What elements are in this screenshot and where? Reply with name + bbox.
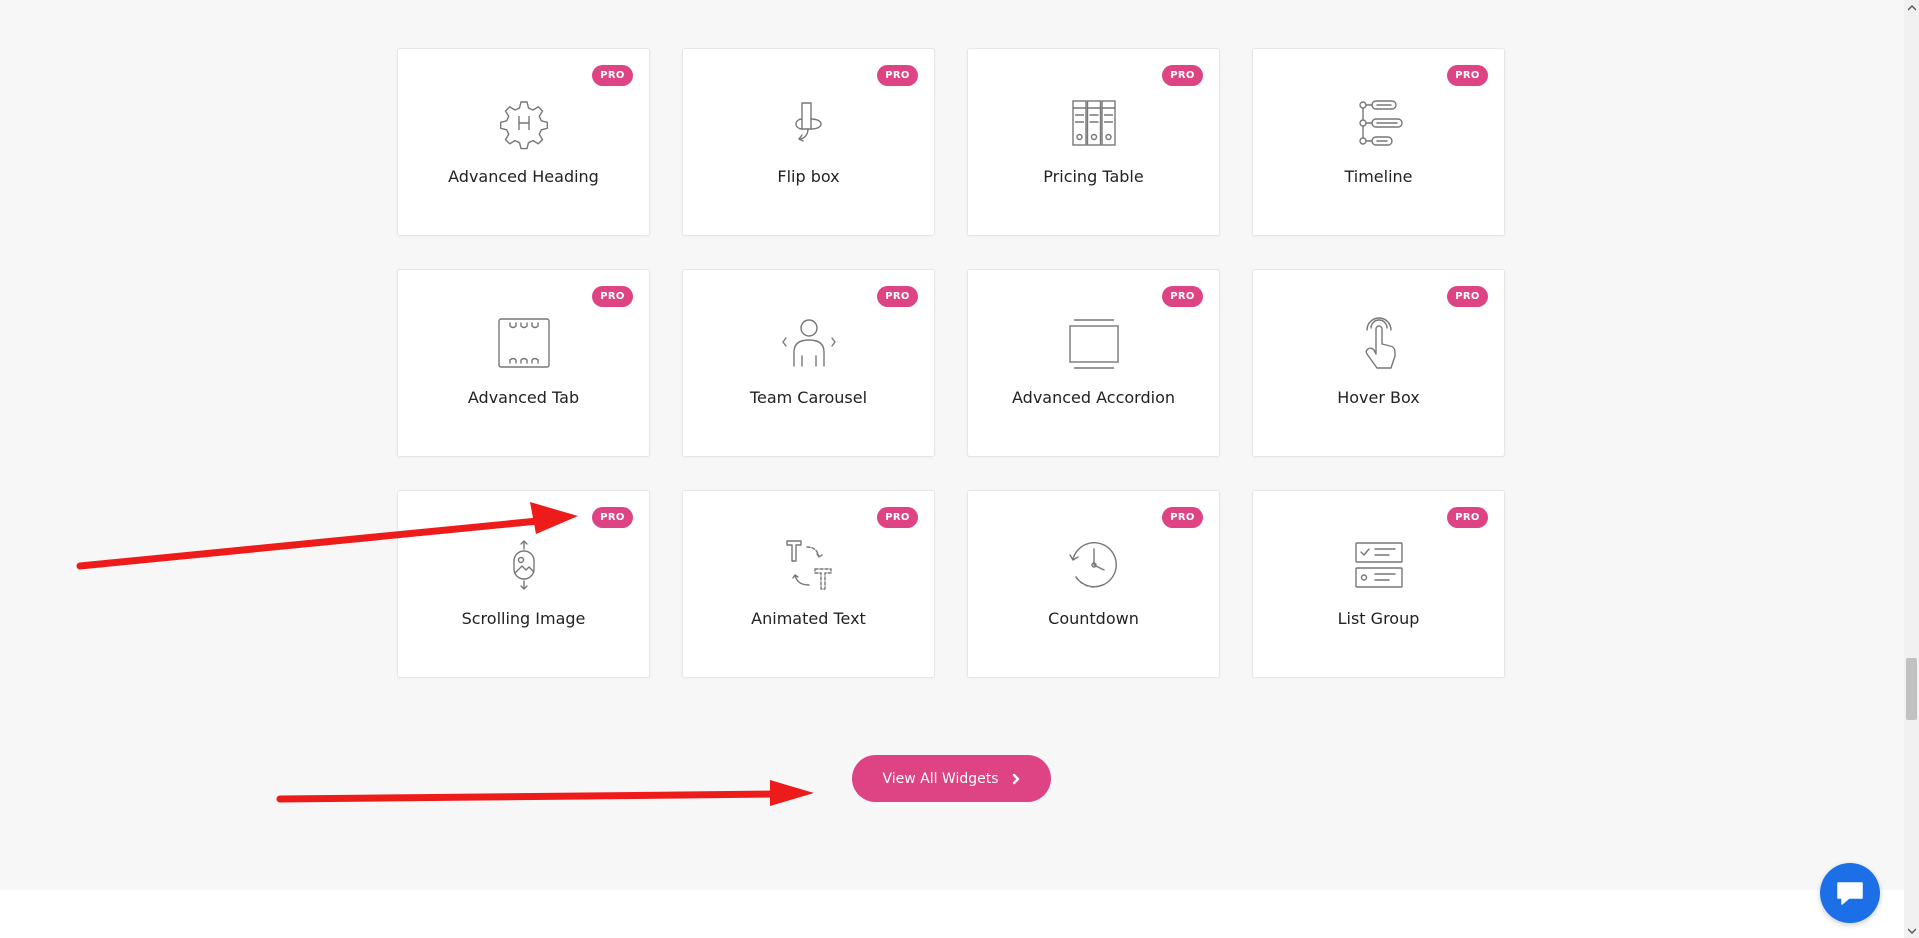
tabs-icon	[496, 316, 552, 372]
pro-badge: PRO	[1447, 286, 1488, 307]
widget-card-pricing-table[interactable]: PRO Pricing Table	[967, 48, 1220, 236]
widget-card-hover-box[interactable]: PRO Hover Box	[1252, 269, 1505, 457]
scrolling-image-icon	[496, 537, 552, 593]
chat-bubble-icon	[1837, 882, 1863, 905]
widget-title: Animated Text	[751, 609, 866, 628]
widget-card-animated-text[interactable]: PRO Animated Text	[682, 490, 935, 678]
widget-title: Pricing Table	[1043, 167, 1144, 186]
pricing-table-icon	[1066, 95, 1122, 151]
pro-badge: PRO	[1447, 507, 1488, 528]
heading-gear-icon	[496, 95, 552, 151]
view-all-widgets-button[interactable]: View All Widgets	[852, 755, 1051, 802]
pro-badge: PRO	[592, 507, 633, 528]
pro-badge: PRO	[877, 507, 918, 528]
scroll-up-arrow-icon[interactable]	[1904, 0, 1919, 15]
widget-title: List Group	[1337, 609, 1420, 628]
widget-card-flip-box[interactable]: PRO Flip box	[682, 48, 935, 236]
widget-card-timeline[interactable]: PRO Timeline	[1252, 48, 1505, 236]
widget-title: Team Carousel	[749, 388, 868, 407]
widget-card-advanced-tab[interactable]: PRO Advanced Tab	[397, 269, 650, 457]
page-scrollbar[interactable]	[1904, 0, 1919, 938]
widget-card-advanced-accordion[interactable]: PRO Advanced Accordion	[967, 269, 1220, 457]
pro-badge: PRO	[1162, 65, 1203, 86]
widget-card-team-carousel[interactable]: PRO Team Carousel	[682, 269, 935, 457]
pro-badge: PRO	[877, 65, 918, 86]
countdown-clock-icon	[1066, 537, 1122, 593]
widget-title: Countdown	[1048, 609, 1139, 628]
pro-badge: PRO	[1447, 65, 1488, 86]
scrollbar-thumb[interactable]	[1906, 658, 1917, 720]
pro-badge: PRO	[1162, 286, 1203, 307]
widget-card-countdown[interactable]: PRO Countdown	[967, 490, 1220, 678]
widget-card-scrolling-image[interactable]: PRO Scrolling Image	[397, 490, 650, 678]
accordion-icon	[1066, 316, 1122, 372]
widget-title: Hover Box	[1337, 388, 1420, 407]
widget-title: Advanced Accordion	[1012, 388, 1175, 407]
team-carousel-icon	[781, 316, 837, 372]
pro-badge: PRO	[877, 286, 918, 307]
pro-badge: PRO	[592, 286, 633, 307]
pro-badge: PRO	[592, 65, 633, 86]
next-section	[0, 890, 1904, 938]
widget-title: Advanced Tab	[467, 388, 580, 407]
widget-card-advanced-heading[interactable]: PRO Advanced Heading	[397, 48, 650, 236]
chevron-right-icon	[1012, 773, 1019, 784]
view-all-widgets-label: View All Widgets	[882, 770, 999, 787]
animated-text-icon	[781, 537, 837, 593]
widget-title: Timeline	[1344, 167, 1413, 186]
widget-card-list-group[interactable]: PRO List Group	[1252, 490, 1505, 678]
pro-badge: PRO	[1162, 507, 1203, 528]
flip-box-icon	[781, 95, 837, 151]
widgets-section: PRO Advanced Heading PRO Flip box PRO Pr…	[0, 0, 1904, 890]
chat-launcher-button[interactable]	[1820, 863, 1880, 923]
scroll-down-arrow-icon[interactable]	[1904, 923, 1919, 938]
widget-title: Flip box	[777, 167, 840, 186]
hand-pointer-icon	[1351, 316, 1407, 372]
widget-title: Scrolling Image	[461, 609, 586, 628]
timeline-icon	[1351, 95, 1407, 151]
widget-title: Advanced Heading	[448, 167, 599, 186]
list-group-icon	[1351, 537, 1407, 593]
